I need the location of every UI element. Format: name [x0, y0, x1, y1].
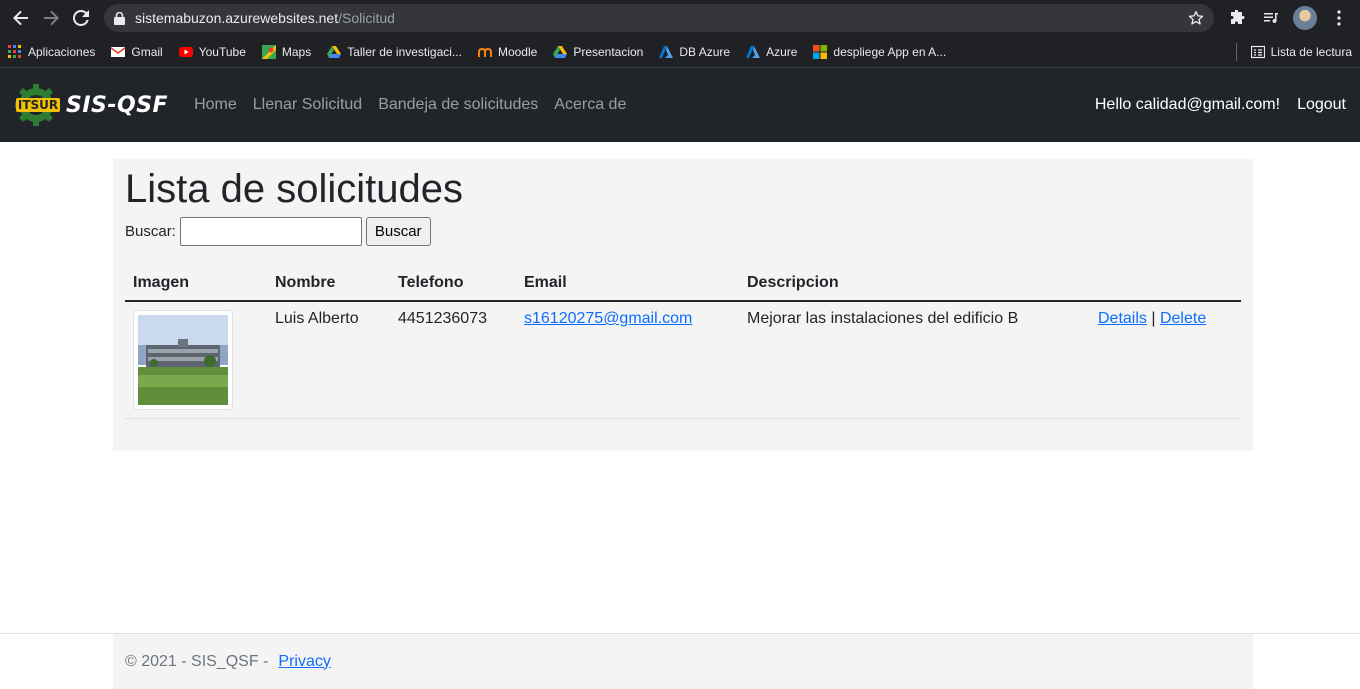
column-header-nombre: Nombre	[267, 266, 390, 302]
bookmark-label: Gmail	[131, 44, 163, 59]
nav-link-bandeja[interactable]: Bandeja de solicitudes	[378, 96, 538, 114]
moodle-icon	[477, 47, 492, 57]
microsoft-icon	[813, 44, 828, 59]
lock-icon	[114, 11, 125, 25]
bookmark-youtube[interactable]: YouTube	[178, 44, 246, 59]
details-link[interactable]: Details	[1098, 310, 1147, 327]
bookmark-azure[interactable]: Azure	[746, 45, 797, 59]
footer-copyright: © 2021 - SIS_QSF -	[125, 652, 269, 670]
azure-icon	[659, 45, 674, 58]
action-separator: |	[1151, 310, 1156, 327]
cell-email: s16120275@gmail.com	[516, 301, 739, 419]
cell-nombre: Luis Alberto	[267, 301, 390, 419]
bookmark-label: Taller de investigaci...	[347, 44, 462, 59]
nav-link-home[interactable]: Home	[194, 96, 237, 114]
cell-actions: Details | Delete	[1090, 301, 1241, 419]
drive-icon	[553, 45, 568, 58]
bookmark-gmail[interactable]: Gmail	[111, 44, 163, 59]
reload-icon[interactable]	[66, 3, 96, 33]
extensions-puzzle-icon[interactable]	[1222, 3, 1252, 33]
browser-toolbar: sistemabuzon.azurewebsites.net/Solicitud	[0, 0, 1360, 36]
bookmarks-divider	[1235, 42, 1237, 61]
nav-link-acerca-de[interactable]: Acerca de	[554, 96, 626, 114]
column-header-imagen: Imagen	[125, 266, 267, 302]
nav-link-llenar-solicitud[interactable]: Llenar Solicitud	[253, 96, 362, 114]
solicitudes-table: Imagen Nombre Telefono Email Descripcion	[125, 266, 1241, 419]
bookmark-label: Azure	[766, 44, 798, 59]
search-input[interactable]	[179, 217, 362, 246]
main-container: Lista de solicitudes Buscar: Buscar Imag…	[113, 159, 1253, 451]
bookmark-taller[interactable]: Taller de investigaci...	[327, 45, 462, 59]
table-header-row: Imagen Nombre Telefono Email Descripcion	[125, 266, 1241, 302]
bookmark-label: Maps	[281, 44, 312, 59]
forward-arrow-icon[interactable]	[36, 3, 66, 33]
media-queue-icon[interactable]	[1256, 3, 1286, 33]
bookmarks-bar: Aplicaciones Gmail YouTube Maps Taller d…	[0, 36, 1360, 68]
bookmark-moodle[interactable]: Moodle	[477, 44, 538, 59]
privacy-link[interactable]: Privacy	[278, 653, 330, 671]
bookmark-label: DB Azure	[679, 44, 731, 59]
column-header-email: Email	[516, 266, 739, 302]
cell-descripcion: Mejorar las instalaciones del edificio B	[739, 301, 1090, 419]
address-bar[interactable]: sistemabuzon.azurewebsites.net/Solicitud	[104, 4, 1214, 32]
svg-text:ITSUR: ITSUR	[18, 98, 58, 112]
bookmark-aplicaciones[interactable]: Aplicaciones	[8, 44, 96, 59]
reading-list-label: Lista de lectura	[1270, 44, 1352, 59]
bookmark-label: Presentacion	[573, 44, 644, 59]
reading-list-button[interactable]: Lista de lectura	[1250, 44, 1352, 59]
column-header-telefono: Telefono	[390, 266, 516, 302]
bookmark-presentacion[interactable]: Presentacion	[553, 45, 643, 59]
apps-grid-icon	[8, 44, 21, 58]
bookmark-label: Aplicaciones	[28, 44, 96, 59]
url-path: /Solicitud	[338, 10, 395, 26]
bookmark-label: YouTube	[198, 44, 246, 59]
youtube-icon	[178, 46, 193, 57]
thumbnail	[133, 310, 233, 410]
email-link[interactable]: s16120275@gmail.com	[524, 310, 692, 327]
column-header-descripcion: Descripcion	[739, 266, 1090, 302]
search-label: Buscar:	[125, 223, 176, 240]
site-navbar: ITSUR SIS-QSF Home Llenar Solicitud Band…	[0, 68, 1360, 142]
bookmark-db-azure[interactable]: DB Azure	[659, 45, 730, 59]
bookmark-star-icon[interactable]	[1188, 10, 1204, 26]
logout-button[interactable]: Logout	[1297, 96, 1346, 114]
brand-name: SIS-QSF	[66, 92, 169, 118]
cell-imagen	[125, 301, 267, 419]
bookmark-despliege[interactable]: despliege App en A...	[813, 44, 947, 59]
delete-link[interactable]: Delete	[1160, 310, 1206, 327]
bookmark-label: despliege App en A...	[833, 44, 947, 59]
table-row: Luis Alberto 4451236073 s16120275@gmail.…	[125, 301, 1241, 419]
url-host: sistemabuzon.azurewebsites.net	[135, 10, 339, 26]
cell-telefono: 4451236073	[390, 301, 516, 419]
search-form: Buscar: Buscar	[125, 217, 1241, 246]
maps-icon	[261, 44, 276, 59]
user-greeting-link[interactable]: Hello calidad@gmail.com!	[1095, 96, 1280, 114]
itsur-gear-logo-icon: ITSUR	[15, 84, 60, 126]
column-header-actions	[1090, 266, 1241, 302]
back-arrow-icon[interactable]	[6, 3, 36, 33]
drive-icon	[327, 45, 342, 58]
page-title: Lista de solicitudes	[125, 167, 463, 211]
page-footer: © 2021 - SIS_QSF - Privacy	[0, 633, 1360, 689]
azure-icon	[746, 45, 761, 58]
search-button[interactable]: Buscar	[365, 217, 431, 246]
reading-list-icon	[1250, 45, 1265, 58]
bookmark-maps[interactable]: Maps	[261, 44, 312, 59]
bookmark-label: Moodle	[497, 44, 538, 59]
building-photo	[138, 315, 228, 405]
menu-kebab-icon[interactable]	[1324, 3, 1354, 33]
gmail-icon	[111, 46, 126, 57]
profile-avatar-icon[interactable]	[1290, 3, 1320, 33]
brand-logo[interactable]: ITSUR SIS-QSF	[14, 83, 168, 127]
